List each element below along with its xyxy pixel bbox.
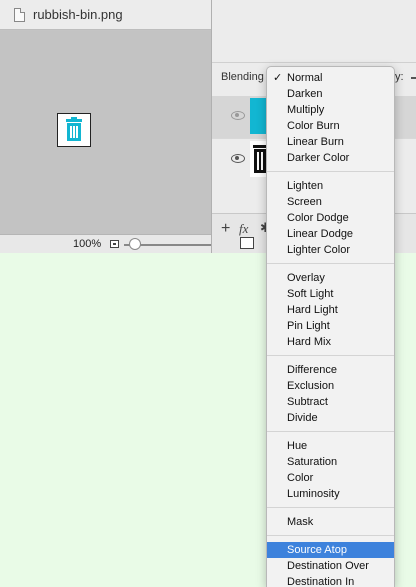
menu-item-darken[interactable]: Darken xyxy=(267,86,394,102)
menu-item-darker-color[interactable]: Darker Color xyxy=(267,150,394,166)
menu-item-saturation[interactable]: Saturation xyxy=(267,454,394,470)
menu-item-hue[interactable]: Hue xyxy=(267,438,394,454)
document-titlebar[interactable]: rubbish-bin.png xyxy=(0,0,214,30)
menu-item-divide[interactable]: Divide xyxy=(267,410,394,426)
menu-separator xyxy=(267,431,394,432)
menu-item-lighter-color[interactable]: Lighter Color xyxy=(267,242,394,258)
menu-item-subtract[interactable]: Subtract xyxy=(267,394,394,410)
menu-item-color-burn[interactable]: Color Burn xyxy=(267,118,394,134)
document-window: rubbish-bin.png 100% xyxy=(0,0,244,253)
checkmark-icon: ✓ xyxy=(273,72,283,84)
menu-item-mask[interactable]: Mask xyxy=(267,514,394,530)
document-title: rubbish-bin.png xyxy=(33,7,123,22)
status-bar: 100% xyxy=(0,234,244,253)
menu-item-soft-light[interactable]: Soft Light xyxy=(267,286,394,302)
menu-item-exclusion[interactable]: Exclusion xyxy=(267,378,394,394)
menu-item-luminosity[interactable]: Luminosity xyxy=(267,486,394,502)
menu-item-hard-light[interactable]: Hard Light xyxy=(267,302,394,318)
document-canvas[interactable] xyxy=(0,31,214,234)
zoom-out-icon[interactable] xyxy=(110,240,119,248)
trash-icon xyxy=(66,117,82,141)
menu-item-destination-in[interactable]: Destination In xyxy=(267,574,394,587)
menu-separator xyxy=(267,355,394,356)
menu-item-destination-over[interactable]: Destination Over xyxy=(267,558,394,574)
file-icon xyxy=(14,8,25,22)
eye-icon[interactable] xyxy=(231,154,245,163)
menu-item-difference[interactable]: Difference xyxy=(267,362,394,378)
menu-item-screen[interactable]: Screen xyxy=(267,194,394,210)
fx-icon[interactable]: fx xyxy=(239,221,248,237)
eye-icon[interactable] xyxy=(231,111,245,120)
menu-separator xyxy=(267,263,394,264)
menu-item-hard-mix[interactable]: Hard Mix xyxy=(267,334,394,350)
menu-separator xyxy=(267,535,394,536)
zoom-in-icon[interactable] xyxy=(240,237,254,249)
menu-item-linear-burn[interactable]: Linear Burn xyxy=(267,134,394,150)
menu-item-multiply[interactable]: Multiply xyxy=(267,102,394,118)
zoom-level[interactable]: 100% xyxy=(73,238,101,250)
layers-panel-header xyxy=(212,0,416,63)
menu-item-overlay[interactable]: Overlay xyxy=(267,270,394,286)
opacity-slider-icon[interactable] xyxy=(411,77,416,79)
menu-item-linear-dodge[interactable]: Linear Dodge xyxy=(267,226,394,242)
zoom-slider-handle[interactable] xyxy=(129,238,141,250)
menu-separator xyxy=(267,507,394,508)
menu-separator xyxy=(267,171,394,172)
blend-mode-menu[interactable]: Normal ✓ Darken Multiply Color Burn Linear Bu… xyxy=(266,66,395,587)
plus-icon[interactable]: + xyxy=(221,220,230,238)
menu-item-pin-light[interactable]: Pin Light xyxy=(267,318,394,334)
menu-item-lighten[interactable]: Lighten xyxy=(267,178,394,194)
menu-item-source-atop[interactable]: Source Atop xyxy=(267,542,394,558)
menu-item-normal[interactable]: Normal ✓ xyxy=(267,70,394,86)
menu-item-color-dodge[interactable]: Color Dodge xyxy=(267,210,394,226)
rubbish-bin-image[interactable] xyxy=(57,113,91,147)
blending-label: Blending xyxy=(221,71,264,83)
menu-item-color[interactable]: Color xyxy=(267,470,394,486)
